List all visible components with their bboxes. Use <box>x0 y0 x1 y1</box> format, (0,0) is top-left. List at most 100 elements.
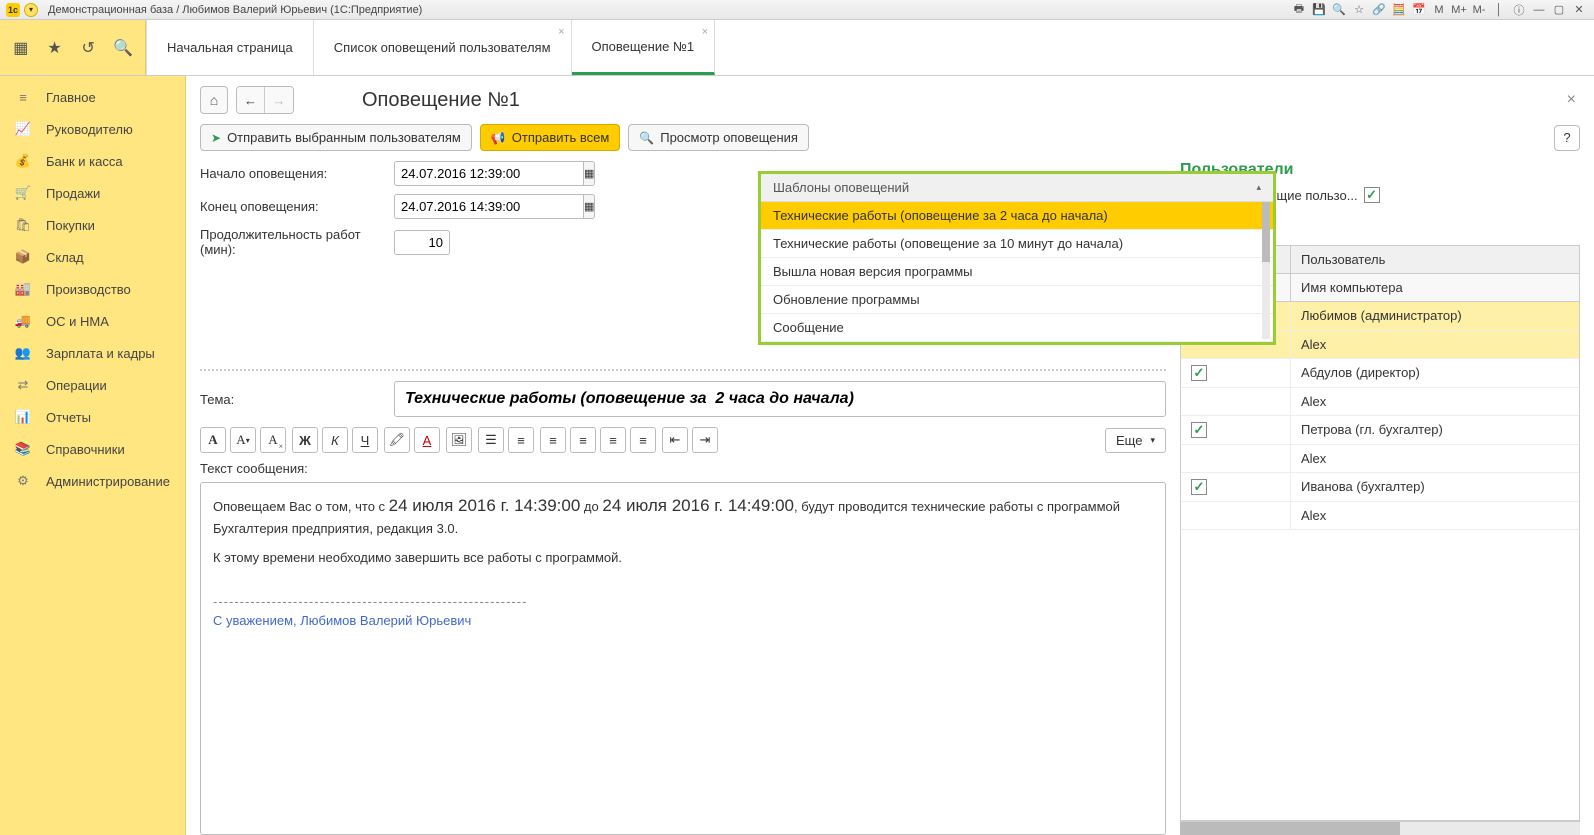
box-icon: 📦 <box>14 249 32 265</box>
sidebar-item-assets[interactable]: 🚚ОС и НМА <box>0 305 185 337</box>
help-button[interactable]: ? <box>1554 125 1580 151</box>
info-icon[interactable]: ⓘ <box>1510 2 1528 18</box>
apps-icon[interactable]: ▦ <box>12 38 30 58</box>
mem-mminus[interactable]: M- <box>1470 2 1488 18</box>
sidebar-item-catalogs[interactable]: 📚Справочники <box>0 433 185 465</box>
table-row-sub[interactable]: Alex <box>1181 502 1579 530</box>
number-list-button[interactable]: ≡ <box>508 427 534 453</box>
back-button[interactable]: ← <box>237 87 265 113</box>
favorite-icon[interactable]: ☆ <box>1350 2 1368 18</box>
maximize-icon[interactable]: ▢ <box>1550 2 1568 18</box>
preview-button[interactable]: 🔍Просмотр оповещения <box>628 124 809 151</box>
save-icon[interactable]: 💾 <box>1310 2 1328 18</box>
underline-button[interactable]: Ч <box>352 427 378 453</box>
start-input[interactable] <box>394 161 584 186</box>
dropdown-item[interactable]: Обновление программы <box>761 286 1273 314</box>
align-center-button[interactable]: ≡ <box>570 427 596 453</box>
close-page-icon[interactable]: × <box>1567 91 1576 109</box>
align-left-button[interactable]: ≡ <box>540 427 566 453</box>
bullet-list-button[interactable]: ☰ <box>478 427 504 453</box>
table-row[interactable]: ✓ Абдулов (директор) <box>1181 359 1579 388</box>
row-checkbox[interactable]: ✓ <box>1191 365 1207 381</box>
calc-icon[interactable]: 🧮 <box>1390 2 1408 18</box>
table-row[interactable]: ✓ Петрова (гл. бухгалтер) <box>1181 416 1579 445</box>
send-all-button[interactable]: 📢Отправить всем <box>480 124 620 151</box>
sidebar-item-warehouse[interactable]: 📦Склад <box>0 241 185 273</box>
font-button[interactable]: A <box>200 427 226 453</box>
send-selected-button[interactable]: ➤Отправить выбранным пользователям <box>200 124 472 151</box>
dropdown-item[interactable]: Технические работы (оповещение за 2 часа… <box>761 202 1273 230</box>
sidebar-item-production[interactable]: 🏭Производство <box>0 273 185 305</box>
sidebar-item-sales[interactable]: 🛒Продажи <box>0 177 185 209</box>
tab-notification-1[interactable]: Оповещение №1 × <box>572 20 716 75</box>
col-pc[interactable]: Имя компьютера <box>1291 274 1579 301</box>
insert-image-button[interactable]: 🖼 <box>446 427 472 453</box>
chevron-up-icon: ▴ <box>1256 182 1261 193</box>
star-icon[interactable]: ★ <box>46 38 64 58</box>
sidebar-item-operations[interactable]: ⇄Операции <box>0 369 185 401</box>
sidebar-item-label: Продажи <box>46 186 100 201</box>
sidebar-item-main[interactable]: ≡Главное <box>0 82 185 113</box>
table-row[interactable]: ✓ Иванова (бухгалтер) <box>1181 473 1579 502</box>
font-clear-button[interactable]: A× <box>260 427 286 453</box>
tab-label: Оповещение №1 <box>592 39 695 54</box>
close-icon[interactable]: × <box>558 26 564 38</box>
bold-button[interactable]: Ж <box>292 427 318 453</box>
textcolor-button[interactable]: A <box>414 427 440 453</box>
sidebar-item-purchases[interactable]: 🛍Покупки <box>0 209 185 241</box>
end-input[interactable] <box>394 194 584 219</box>
dropdown-item[interactable]: Сообщение <box>761 314 1273 342</box>
dropdown-item[interactable]: Технические работы (оповещение за 10 мин… <box>761 230 1273 258</box>
close-icon[interactable]: × <box>702 26 708 38</box>
tab-start-page[interactable]: Начальная страница <box>146 20 314 75</box>
dropdown-icon[interactable]: ▾ <box>24 3 38 17</box>
horizontal-scrollbar[interactable] <box>1180 821 1580 835</box>
sidebar-item-reports[interactable]: 📊Отчеты <box>0 401 185 433</box>
row-checkbox[interactable]: ✓ <box>1191 479 1207 495</box>
italic-button[interactable]: К <box>322 427 348 453</box>
align-justify-button[interactable]: ≡ <box>630 427 656 453</box>
sidebar-item-bank[interactable]: 💰Банк и касса <box>0 145 185 177</box>
message-body[interactable]: Оповещаем Вас о том, что с 24 июля 2016 … <box>200 482 1166 835</box>
indent-button[interactable]: ⇥ <box>692 427 718 453</box>
tab-notifications-list[interactable]: Список оповещений пользователям× <box>314 20 572 75</box>
sidebar-item-admin[interactable]: ⚙Администрирование <box>0 465 185 497</box>
font-size-button[interactable]: A▾ <box>230 427 256 453</box>
dropdown-scrollbar[interactable] <box>1262 202 1270 339</box>
search-global-icon[interactable]: 🔍 <box>113 38 133 58</box>
align-right-button[interactable]: ≡ <box>600 427 626 453</box>
print-icon[interactable]: 🖶 <box>1290 2 1308 18</box>
theme-label: Тема: <box>200 392 394 407</box>
bgcolor-button[interactable]: 🖍 <box>384 427 410 453</box>
search-icon[interactable]: 🔍 <box>1330 2 1348 18</box>
close-window-icon[interactable]: ✕ <box>1570 2 1588 18</box>
theme-line: Тема: <box>200 381 1166 417</box>
book-icon: 📚 <box>14 441 32 457</box>
col-user[interactable]: Пользователь <box>1291 246 1579 273</box>
calendar-button[interactable]: ▦ <box>584 161 595 186</box>
sidebar-item-manager[interactable]: 📈Руководителю <box>0 113 185 145</box>
dropdown-header[interactable]: Шаблоны оповещений ▴ <box>761 174 1273 202</box>
theme-input[interactable] <box>394 381 1166 417</box>
dropdown-item[interactable]: Вышла новая версия программы <box>761 258 1273 286</box>
table-row-sub[interactable]: Alex <box>1181 388 1579 416</box>
minimize-icon[interactable]: — <box>1530 2 1548 18</box>
mem-mplus[interactable]: M+ <box>1450 2 1468 18</box>
duration-label: Продолжительность работ (мин): <box>200 227 394 257</box>
mem-m[interactable]: M <box>1430 2 1448 18</box>
outdent-button[interactable]: ⇤ <box>662 427 688 453</box>
home-button[interactable]: ⌂ <box>200 86 228 114</box>
row-checkbox[interactable]: ✓ <box>1191 422 1207 438</box>
history-icon[interactable]: ↺ <box>79 38 97 58</box>
more-button[interactable]: Еще▾ <box>1105 428 1166 453</box>
eye-icon: 🔍 <box>639 131 654 145</box>
link-icon[interactable]: 🔗 <box>1370 2 1388 18</box>
calendar-icon[interactable]: 📅 <box>1410 2 1428 18</box>
help-label: ? <box>1563 130 1570 145</box>
only-working-checkbox[interactable]: ✓ <box>1364 187 1380 203</box>
forward-button[interactable]: → <box>265 87 293 113</box>
duration-input[interactable] <box>394 230 450 255</box>
sidebar-item-hr[interactable]: 👥Зарплата и кадры <box>0 337 185 369</box>
calendar-button[interactable]: ▦ <box>584 194 595 219</box>
table-row-sub[interactable]: Alex <box>1181 445 1579 473</box>
